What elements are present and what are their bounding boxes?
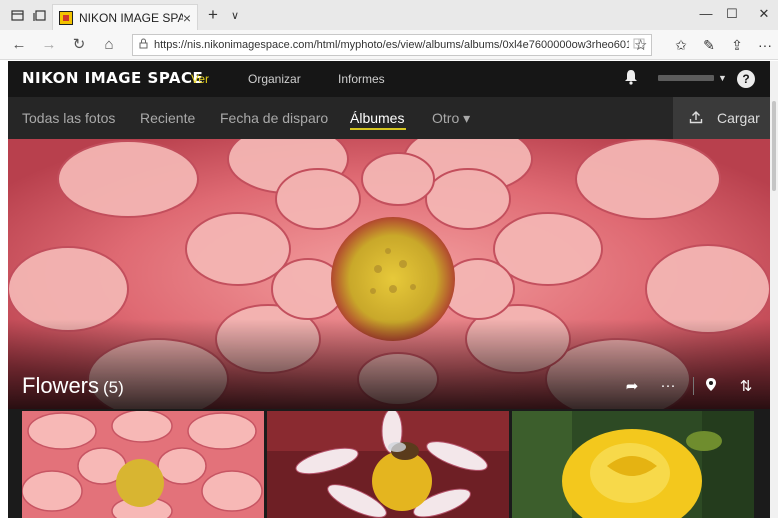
upload-label: Cargar <box>717 110 760 126</box>
back-button[interactable]: ← <box>10 36 28 54</box>
sub-nav: Todas las fotos Reciente Fecha de dispar… <box>8 97 770 139</box>
url-field[interactable]: https://nis.nikonimagespace.com/html/myp… <box>132 34 652 56</box>
favorites-bar-button[interactable]: ✩ <box>672 37 690 54</box>
photo-grid <box>8 409 770 518</box>
tab-list-button[interactable]: ∨ <box>226 6 244 24</box>
tabs-aside-icon[interactable] <box>30 6 48 24</box>
site-viewport: NIKON IMAGE SPACE Ver Organizar Informes… <box>8 61 770 518</box>
page-scrollbar[interactable] <box>770 61 778 518</box>
toolbar-divider <box>693 377 694 395</box>
album-name: Flowers <box>22 373 100 398</box>
share-button[interactable]: ⇪ <box>728 37 746 54</box>
home-button[interactable]: ⌂ <box>100 36 118 54</box>
thumb-dahlia-graphic <box>22 411 264 518</box>
active-tab-underline <box>350 128 406 130</box>
scrollbar-thumb[interactable] <box>772 101 776 191</box>
close-window-button[interactable]: ✕ <box>746 6 778 24</box>
brand-logo[interactable]: NIKON IMAGE SPACE <box>22 69 203 87</box>
new-tab-button[interactable]: + <box>204 5 222 24</box>
tab-reciente[interactable]: Reciente <box>140 110 195 126</box>
refresh-button[interactable]: ↻ <box>70 36 88 54</box>
nav-ver[interactable]: Ver <box>191 72 209 86</box>
album-count: (5) <box>103 378 124 397</box>
tab-close-button[interactable]: × <box>183 10 191 26</box>
tab-albumes[interactable]: Álbumes <box>350 110 404 126</box>
sort-icon[interactable]: ⇅ <box>736 377 756 395</box>
nav-informes[interactable]: Informes <box>338 72 385 86</box>
account-name-redacted <box>658 75 714 81</box>
tab-title: NIKON IMAGE SPACE <box>79 10 183 25</box>
url-text: https://nis.nikonimagespace.com/html/myp… <box>154 39 629 51</box>
maximize-button[interactable]: ☐ <box>714 6 750 24</box>
photo-thumbnail[interactable] <box>512 411 754 518</box>
browser-more-button[interactable]: ··· <box>756 37 774 53</box>
more-icon[interactable]: ··· <box>658 377 678 394</box>
lock-icon <box>139 38 148 52</box>
forward-button[interactable]: → <box>40 36 58 54</box>
photo-thumbnail[interactable] <box>22 411 264 518</box>
thumb-flower-bee-graphic <box>267 411 509 518</box>
tab-fecha-de-disparo[interactable]: Fecha de disparo <box>220 110 328 126</box>
favorite-star-button[interactable]: ☆ <box>634 36 647 54</box>
favicon-icon <box>59 10 73 25</box>
browser-tab[interactable]: NIKON IMAGE SPACE × <box>52 4 198 30</box>
nav-organizar[interactable]: Organizar <box>248 72 301 86</box>
thumb-yellow-rose-graphic <box>512 411 754 518</box>
share-arrow-icon[interactable]: ➦ <box>622 377 642 395</box>
album-title: Flowers (5) <box>22 373 124 399</box>
album-cover-image[interactable]: Flowers (5) ➦ ··· ⇅ <box>8 139 770 409</box>
upload-button[interactable]: Cargar <box>673 97 770 139</box>
chevron-down-icon: ▼ <box>718 73 727 83</box>
address-bar-row: ← → ↻ ⌂ https://nis.nikonimagespace.com/… <box>0 30 778 60</box>
tab-otro[interactable]: Otro ▾ <box>432 110 470 127</box>
site-top-nav: NIKON IMAGE SPACE Ver Organizar Informes… <box>8 61 770 97</box>
photo-thumbnail[interactable] <box>267 411 509 518</box>
browser-tab-bar: NIKON IMAGE SPACE × + ∨ — ☐ ✕ <box>0 0 778 30</box>
notes-pen-button[interactable]: ✎ <box>700 37 718 54</box>
help-button[interactable]: ? <box>737 70 755 88</box>
tab-todas-las-fotos[interactable]: Todas las fotos <box>22 110 115 126</box>
tab-actions-icon[interactable] <box>8 6 26 24</box>
upload-icon <box>689 110 703 127</box>
account-menu[interactable]: ▼ <box>658 71 728 85</box>
bell-icon[interactable] <box>624 69 638 85</box>
